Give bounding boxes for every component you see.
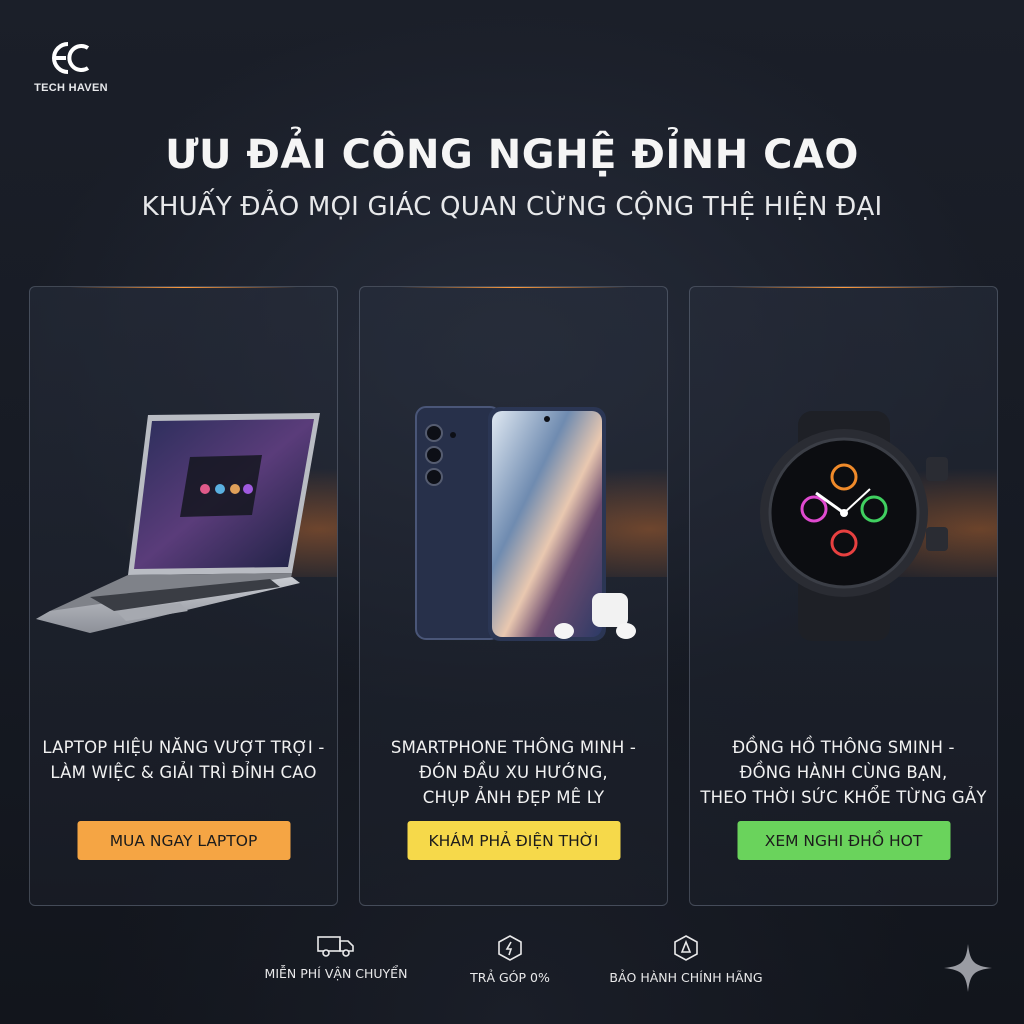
laptop-icon <box>36 413 320 633</box>
card-line: ĐÓN ĐẦU XU HƯỚNG, <box>419 763 608 782</box>
ec-logo-icon <box>52 42 90 74</box>
card-description: LAPTOP HIỆU NĂNG VƯỢT TRỢI - LÀM WIỆC & … <box>40 735 327 785</box>
brand-name: TECH HAVEN <box>34 82 108 94</box>
page-subtitle: KHUẤY ĐẢO MỌI GIÁC QUAN CỪNG CỘNG THỆ HI… <box>141 192 883 222</box>
explore-phone-button[interactable]: KHÁM PHẢ ĐIỆN THỜI <box>407 821 620 860</box>
feature-installment: TRẢ GÓP 0% <box>420 934 600 985</box>
card-line: ĐỒNG HỒ THÔNG SMINH - <box>732 738 955 757</box>
smartphone-image <box>360 397 667 677</box>
card-line: LÀM WIỆC & GIẢI TRÌ ĐỈNH CAO <box>50 763 317 782</box>
view-watch-button[interactable]: XEM NGHI ĐHỒ HOT <box>737 821 950 860</box>
warranty-icon <box>674 935 698 961</box>
product-card-smartwatch[interactable]: ĐỒNG HỒ THÔNG SMINH - ĐỒNG HÀNH CÙNG BẠN… <box>689 286 998 906</box>
page-title: ƯU ĐẢI CÔNG NGHỆ ĐỈNH CAO <box>165 132 859 178</box>
product-card-smartphone[interactable]: SMARTPHONE THÔNG MINH - ĐÓN ĐẦU XU HƯỚNG… <box>359 286 668 906</box>
feature-label: BẢO HÀNH CHÍNH HÃNG <box>609 970 763 985</box>
feature-free-shipping: MIỄN PHÍ VẬN CHUYỂN <box>246 934 426 981</box>
card-line: CHỤP ẢNH ĐẸP MÊ LY <box>422 788 605 807</box>
card-line: LAPTOP HIỆU NĂNG VƯỢT TRỢI - <box>42 738 325 757</box>
product-card-laptop[interactable]: LAPTOP HIỆU NĂNG VƯỢT TRỢI - LÀM WIỆC & … <box>29 286 338 906</box>
sparkle-icon <box>944 944 992 992</box>
card-line: ĐỒNG HÀNH CÙNG BẠN, <box>739 763 948 782</box>
card-line: SMARTPHONE THÔNG MINH - <box>390 738 637 757</box>
card-line: THEO THỜI SỨC KHỔE TỪNG GẢY <box>700 788 987 807</box>
smartwatch-icon <box>760 411 948 641</box>
feature-warranty: BẢO HÀNH CHÍNH HÃNG <box>596 934 776 985</box>
smartphone-icon <box>415 406 636 641</box>
smartwatch-image <box>690 397 997 677</box>
buy-laptop-button[interactable]: MUA NGAY LAPTOP <box>77 821 290 860</box>
installment-icon <box>498 935 522 961</box>
laptop-image <box>30 397 337 677</box>
feature-label: MIỄN PHÍ VẬN CHUYỂN <box>264 966 408 981</box>
feature-label: TRẢ GÓP 0% <box>470 970 550 985</box>
truck-icon <box>317 936 354 957</box>
card-description: ĐỒNG HỒ THÔNG SMINH - ĐỒNG HÀNH CÙNG BẠN… <box>700 735 987 810</box>
brand-logo[interactable]: TECH HAVEN <box>26 38 116 94</box>
card-description: SMARTPHONE THÔNG MINH - ĐÓN ĐẦU XU HƯỚNG… <box>370 735 657 810</box>
